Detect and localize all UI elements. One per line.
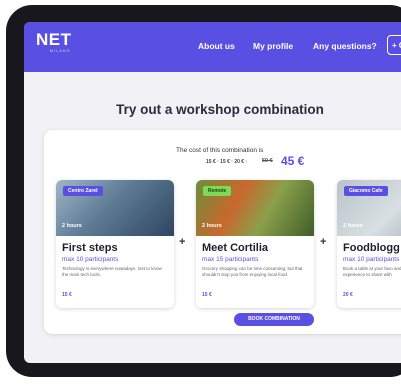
workshop-participants: max 15 participants [202,256,259,263]
workshop-price: 15 € [62,292,72,298]
workshop-image: Giacomo Cafe 2 hours [337,180,401,236]
nav-my-profile[interactable]: My profile [253,41,293,51]
workshop-price: 15 € [202,292,212,298]
cost-label: The cost of this combination is [176,147,264,154]
page-title: Try out a workshop combination [116,102,324,117]
plus-icon: + [320,236,327,248]
duration-label: 2 hours [62,223,82,229]
combination-panel: The cost of this combination is 15 € · 1… [44,130,401,334]
location-badge: Centro Zaret [63,186,103,196]
workshop-title: Foodblogg [343,242,400,254]
workshop-participants: max 10 participants [62,256,119,263]
cost-total: 45 € [281,154,305,168]
workshop-card-first-steps[interactable]: Centro Zaret 2 hours First steps max 10 … [56,180,174,308]
top-navigation-bar: NET MILANO About us My profile Any quest… [24,22,401,72]
nav-about-us[interactable]: About us [198,41,235,51]
workshop-card-meet-cortilia[interactable]: Remote 2 hours Meet Cortilia max 15 part… [196,180,314,308]
workshop-participants: max 10 participants [343,256,400,263]
app-screen: NET MILANO About us My profile Any quest… [24,22,401,363]
location-badge: Giacomo Cafe [344,186,388,196]
book-combination-button[interactable]: BOOK COMBINATION [234,313,314,326]
workshop-description: Book a table at your favo and take pics … [343,266,401,277]
logo-subtitle: MILANO [50,49,71,53]
workshop-image: Remote 2 hours [196,180,314,236]
duration-label: 2 hours [202,223,222,229]
nav-any-questions[interactable]: Any questions? [313,41,377,51]
workshop-card-foodblogging[interactable]: Giacomo Cafe 2 hours Foodblogg max 10 pa… [337,180,401,308]
logo[interactable]: NET MILANO [36,31,72,54]
plus-icon: + [179,236,186,248]
workshop-image: Centro Zaret 2 hours [56,180,174,236]
duration-label: 2 hours [343,223,363,229]
cost-breakdown: 15 € · 15 € · 20 € · [206,159,248,165]
logo-text: NET [36,30,72,49]
workshop-title: First steps [62,242,118,254]
cost-original-price: 50 € [262,158,273,164]
location-badge: Remote [203,186,232,196]
workshop-title: Meet Cortilia [202,242,269,254]
workshop-description: Technology is everywhere nowadays. Get t… [62,266,162,277]
workshop-description: Grocery shopping can be time consuming, … [202,266,303,277]
header-cta-button[interactable]: + O [387,35,401,55]
tablet-frame: NET MILANO About us My profile Any quest… [6,5,401,377]
workshop-price: 20 € [343,292,353,298]
